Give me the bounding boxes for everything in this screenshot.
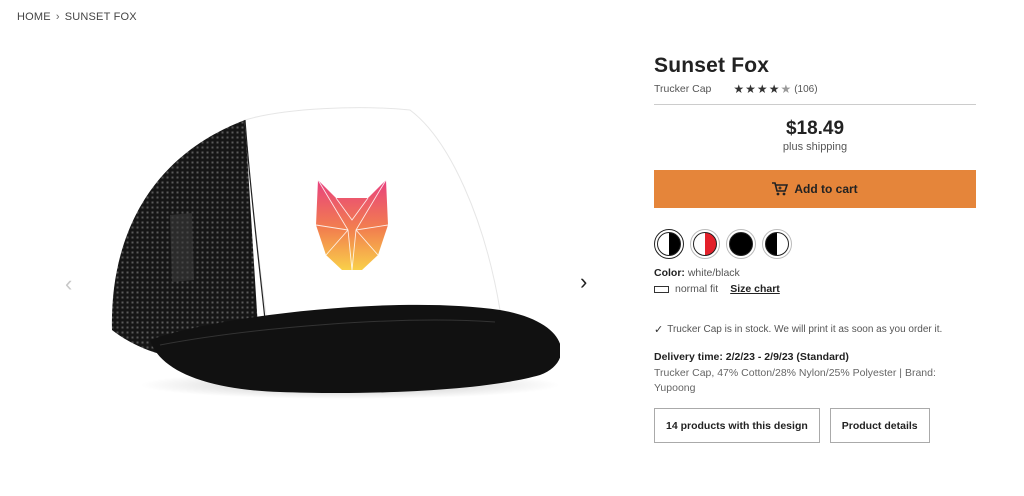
color-swatch[interactable] — [726, 229, 756, 259]
breadcrumb-home-link[interactable]: HOME — [17, 11, 51, 23]
rating-stars[interactable]: ★ ★ ★ ★ ★ — [733, 83, 791, 95]
selected-color: Color: white/black — [654, 267, 976, 279]
star-full-icon: ★ — [768, 82, 780, 96]
add-to-cart-label: Add to cart — [794, 182, 858, 196]
product-image-gallery: ‹ › — [60, 60, 605, 480]
star-half-icon: ★ — [780, 82, 792, 96]
star-full-icon: ★ — [745, 82, 756, 96]
star-full-icon: ★ — [733, 82, 745, 96]
previous-image-arrow-icon[interactable]: ‹ — [65, 273, 72, 295]
next-image-arrow-icon[interactable]: › — [580, 271, 587, 293]
product-image — [111, 107, 560, 399]
product-subtitle-row: Trucker Cap ★ ★ ★ ★ ★ (106) — [654, 83, 976, 95]
star-full-icon: ★ — [756, 82, 768, 96]
product-description: Trucker Cap, 47% Cotton/28% Nylon/25% Po… — [654, 367, 936, 394]
fit-row: normal fit Size chart — [654, 283, 976, 295]
checkmark-icon: ✓ — [654, 324, 664, 336]
fit-text: normal fit — [675, 283, 719, 295]
add-to-cart-button[interactable]: Add to cart — [654, 170, 976, 208]
price: $18.49 — [785, 118, 845, 139]
product-info-panel: Sunset Fox Trucker Cap ★ ★ ★ ★ ★ (106) $… — [654, 54, 976, 443]
breadcrumb-current-link[interactable]: SUNSET FOX — [65, 11, 137, 23]
product-details-button[interactable]: Product details — [829, 408, 930, 443]
delivery-time: Delivery time: 2/2/23 - 2/9/23 (Standard… — [654, 351, 849, 363]
color-swatch[interactable] — [654, 229, 684, 259]
action-buttons: 14 products with this design Product det… — [654, 408, 976, 443]
chevron-right-icon: › — [55, 11, 60, 23]
ruler-icon — [654, 285, 669, 293]
color-swatch-dot — [693, 232, 717, 256]
color-swatch[interactable] — [690, 229, 720, 259]
color-swatch-dot — [765, 232, 789, 256]
product-type: Trucker Cap — [654, 83, 712, 95]
shipping-note: plus shipping — [782, 141, 848, 153]
size-chart-link[interactable]: Size chart — [730, 283, 780, 295]
divider — [654, 104, 976, 105]
color-value: white/black — [687, 267, 740, 279]
stock-text: Trucker Cap is in stock. We will print i… — [667, 324, 943, 335]
color-swatch[interactable] — [762, 229, 792, 259]
color-swatch-dot — [729, 232, 753, 256]
product-title: Sunset Fox — [654, 54, 770, 77]
color-swatch-dot — [657, 232, 681, 256]
stock-status: ✓ Trucker Cap is in stock. We will print… — [654, 323, 976, 336]
price-block: $18.49 plus shipping — [654, 118, 976, 153]
cart-icon — [772, 182, 789, 196]
products-with-design-button[interactable]: 14 products with this design — [654, 408, 820, 443]
color-label: Color: — [654, 267, 685, 279]
rating-count[interactable]: (106) — [794, 84, 817, 95]
breadcrumb: HOME › SUNSET FOX — [17, 11, 137, 23]
color-swatches — [654, 229, 976, 259]
